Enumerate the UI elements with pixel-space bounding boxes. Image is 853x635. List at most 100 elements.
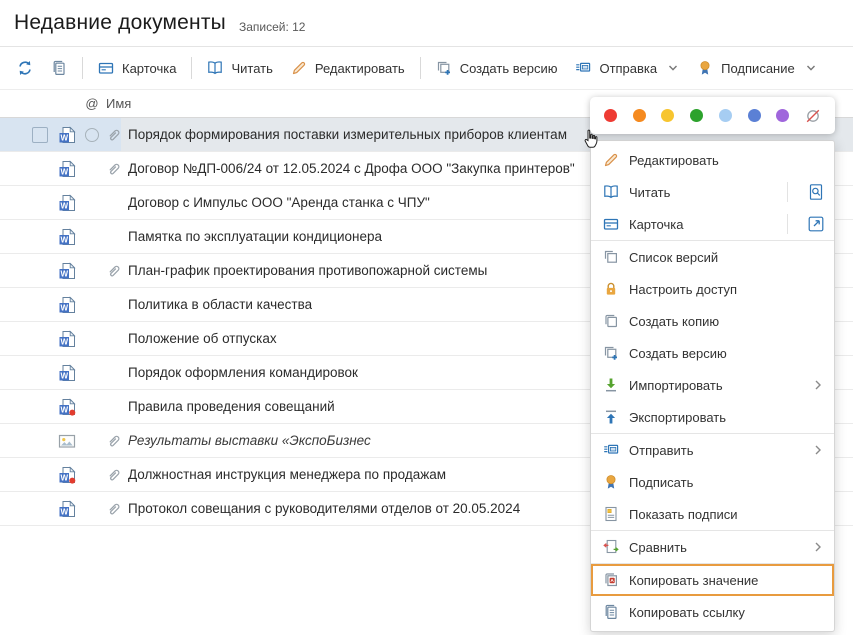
color-yellow-dot[interactable] [661,109,674,122]
color-lightblue-dot[interactable] [719,109,732,122]
signing-dropdown-button[interactable]: Подписание [688,55,826,81]
open-in-window-icon[interactable] [807,215,825,233]
document-name[interactable]: Договор с Импульс ООО "Аренда станка с Ч… [128,195,430,210]
card-button-label: Карточка [122,61,176,76]
column-header-attachment[interactable]: @ [85,96,99,111]
menu-item-create-version[interactable]: Создать версию [591,337,834,369]
image-document-icon [58,432,76,450]
label-color-popup [590,97,835,134]
paperclip-icon [106,467,122,483]
copy-value-icon [603,572,619,588]
status-circle-icon [85,128,99,142]
document-name[interactable]: Правила проведения совещаний [128,399,335,414]
book-icon [207,60,223,76]
import-icon [603,377,619,393]
document-name[interactable]: Результаты выставки «ЭкспоБизнес [128,433,371,448]
copy-icon [51,60,67,76]
chevron-right-icon [812,443,824,457]
menu-item-import[interactable]: Импортировать [591,369,834,401]
paperclip-icon [106,161,122,177]
export-icon [603,409,619,425]
color-red-dot[interactable] [604,109,617,122]
word-document-icon [58,228,76,246]
document-name[interactable]: Положение об отпусках [128,331,277,346]
row-checkbox[interactable] [32,127,48,143]
menu-item-show-signatures[interactable]: Показать подписи [591,498,834,530]
page-header: Недавние документы Записей: 12 [0,0,853,47]
document-name[interactable]: Договор №ДП-006/24 от 12.05.2024 с Дрофа… [128,161,575,176]
word-document-icon [58,296,76,314]
chevron-right-icon [812,540,824,554]
no-color-icon[interactable] [805,108,821,124]
chevron-down-icon [667,62,679,74]
color-blue-dot[interactable] [748,109,761,122]
menu-item-edit[interactable]: Редактировать [591,144,834,176]
word-document-icon [58,364,76,382]
menu-item-access-rights[interactable]: Настроить доступ [591,273,834,305]
menu-item-copy-value[interactable]: Копировать значение [591,564,834,596]
column-header-name[interactable]: Имя [106,96,131,111]
records-count: Записей: 12 [239,20,306,34]
color-purple-dot[interactable] [776,109,789,122]
book-icon [603,184,619,200]
menu-item-sign[interactable]: Подписать [591,466,834,498]
paperclip-icon [106,433,122,449]
paperclip-icon [106,263,122,279]
menu-item-read[interactable]: Читать [591,176,834,208]
signing-dropdown-label: Подписание [721,61,795,76]
word-document-signed-icon [58,466,76,484]
menu-item-compare[interactable]: Сравнить [591,531,834,563]
copy-button[interactable] [42,55,76,81]
document-name[interactable]: Должностная инструкция менеджера по прод… [128,467,446,482]
card-icon [603,216,619,232]
read-button[interactable]: Читать [198,55,281,81]
toolbar-separator [191,57,192,79]
signatures-icon [603,506,619,522]
toolbar: Карточка Читать Редактировать Создать ве… [0,47,853,90]
copy-link-icon [603,604,619,620]
preview-icon[interactable] [807,183,825,201]
send-icon [603,442,619,458]
create-version-label: Создать версию [460,61,558,76]
refresh-button[interactable] [8,55,42,81]
menu-item-create-copy[interactable]: Создать копию [591,305,834,337]
send-dropdown-label: Отправка [599,61,657,76]
create-version-button[interactable]: Создать версию [427,55,567,81]
chevron-right-icon [812,378,824,392]
word-document-icon [58,500,76,518]
menu-item-export[interactable]: Экспортировать [591,401,834,433]
word-document-icon [58,330,76,348]
edit-button-label: Редактировать [315,61,405,76]
card-icon [98,60,114,76]
page-title: Недавние документы [14,11,226,35]
pencil-icon [603,152,619,168]
document-name[interactable]: Порядок оформления командировок [128,365,358,380]
document-name[interactable]: Протокол совещания с руководителями отде… [128,501,520,516]
menu-item-send[interactable]: Отправить [591,434,834,466]
color-green-dot[interactable] [690,109,703,122]
context-menu: Редактировать Читать Карточка Список вер… [590,140,835,632]
toolbar-separator [420,57,421,79]
read-button-label: Читать [231,61,272,76]
menu-item-version-list[interactable]: Список версий [591,241,834,273]
send-dropdown-button[interactable]: Отправка [566,55,688,81]
paperclip-icon [106,127,122,143]
document-name[interactable]: Политика в области качества [128,297,312,312]
edit-button[interactable]: Редактировать [282,55,414,81]
menu-item-copy-link[interactable]: Копировать ссылку [591,596,834,628]
document-name[interactable]: Памятка по эксплуатации кондиционера [128,229,382,244]
menu-item-card[interactable]: Карточка [591,208,834,240]
document-name[interactable]: Порядок формирования поставки измеритель… [128,127,567,142]
chevron-down-icon [805,62,817,74]
create-version-icon [603,345,619,361]
compare-icon [603,539,619,555]
refresh-icon [17,60,33,76]
card-button[interactable]: Карточка [89,55,185,81]
copy-icon [603,313,619,329]
color-orange-dot[interactable] [633,109,646,122]
document-name[interactable]: План-график проектирования противопожарн… [128,263,487,278]
send-icon [575,60,591,76]
pencil-icon [291,60,307,76]
create-version-icon [436,60,452,76]
word-document-icon [58,126,76,144]
